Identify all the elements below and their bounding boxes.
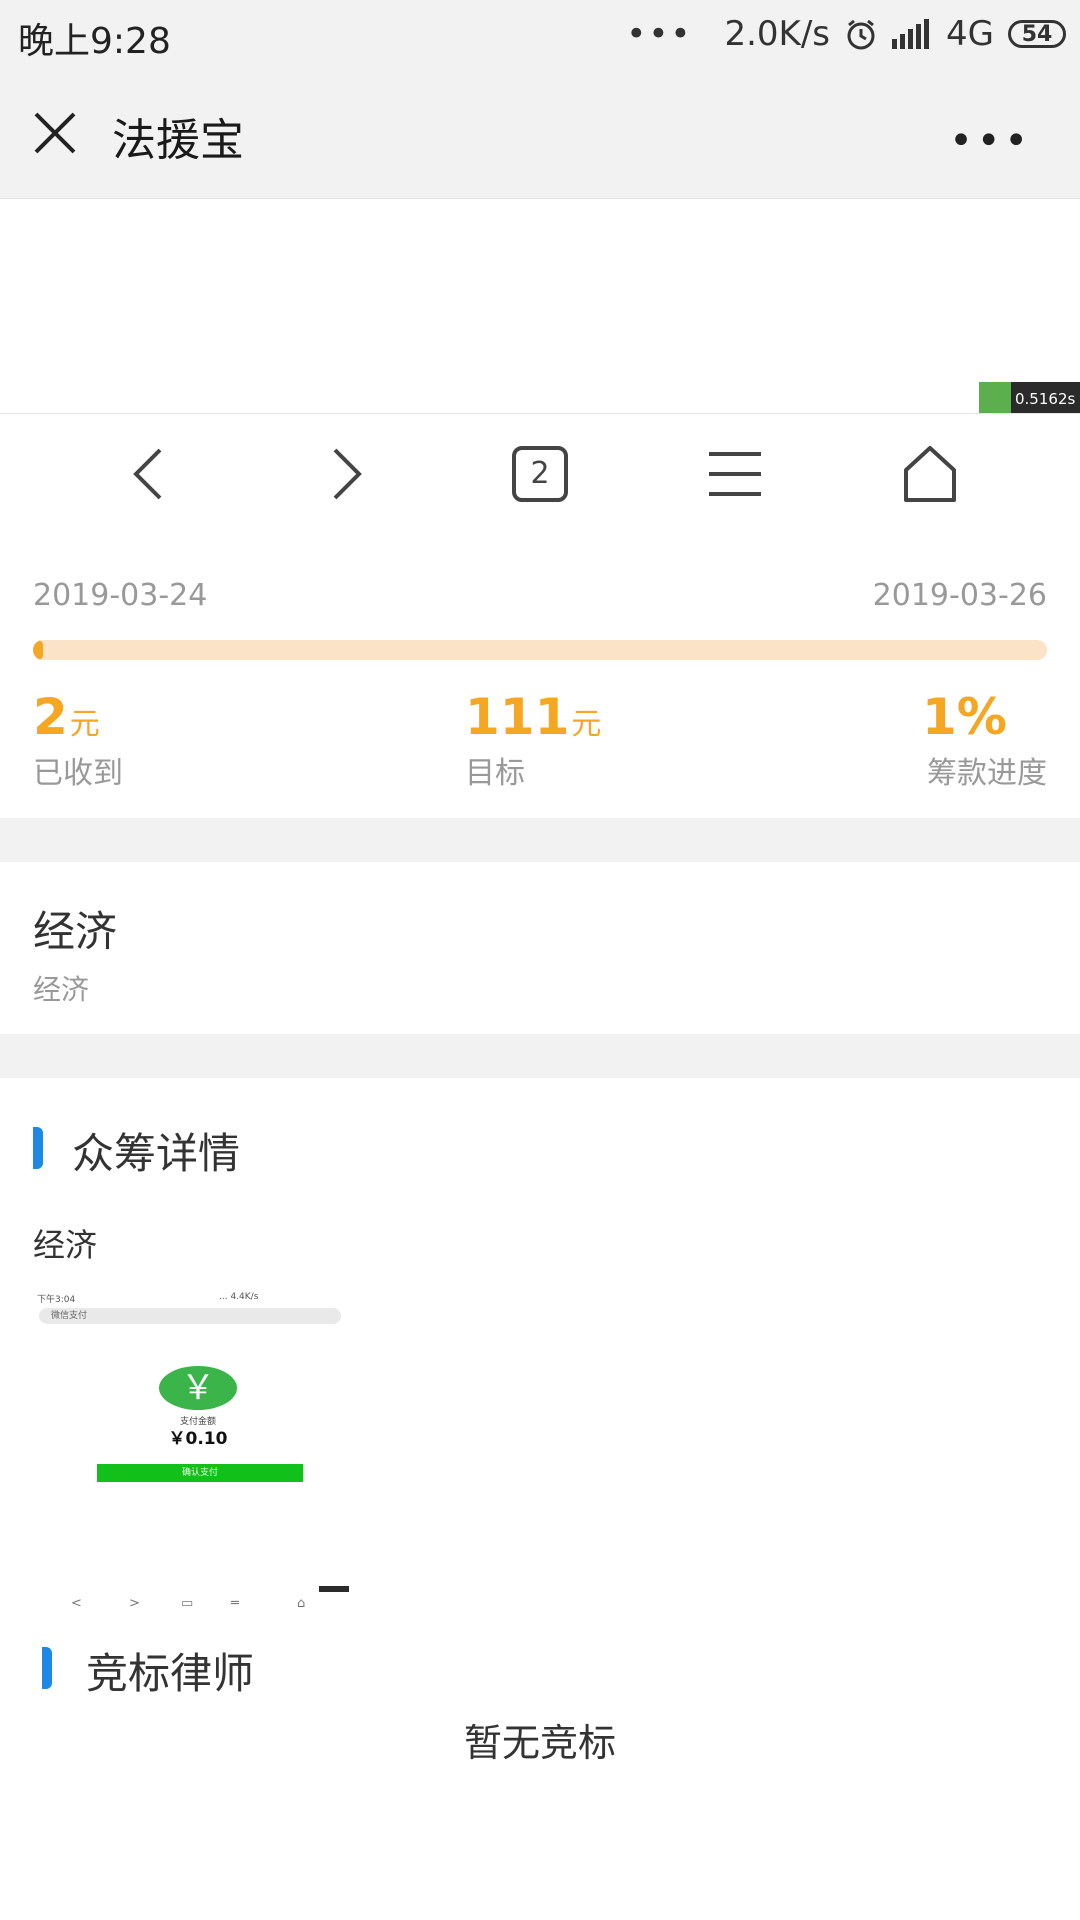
section-divider	[0, 1034, 1080, 1078]
battery-level: 54	[1021, 21, 1053, 47]
category-title: 经济	[33, 907, 118, 956]
section-marker	[42, 1647, 52, 1689]
category-subtitle: 经济	[33, 973, 90, 1006]
notification-dots: •••	[626, 14, 693, 54]
details-heading: 众筹详情	[72, 1129, 241, 1178]
status-time: 晚上9:28	[18, 21, 171, 62]
thumb-status-time: 下午3:04	[37, 1295, 76, 1305]
empty-bids-text: 暂无竞标	[463, 1721, 616, 1765]
start-date: 2019-03-24	[33, 578, 208, 613]
thumb-home-icon: ⌂	[297, 1596, 306, 1610]
thumb-speed-badge	[319, 1586, 349, 1592]
progress-value: 1%	[922, 688, 1007, 746]
speed-badge: 0.5162s	[979, 382, 1080, 415]
thumb-tabs-icon: ▭	[181, 1596, 194, 1610]
app-header: 法援宝 •••	[0, 68, 1080, 199]
more-button[interactable]: •••	[949, 118, 1032, 164]
section-divider	[0, 818, 1080, 862]
end-date: 2019-03-26	[872, 578, 1047, 613]
progress-fill	[33, 640, 44, 660]
signal-icon	[892, 19, 930, 49]
received-value: 2	[33, 688, 68, 746]
tab-count: 2	[530, 456, 550, 491]
back-icon[interactable]	[120, 444, 180, 504]
section-marker	[33, 1127, 43, 1169]
network-speed: 2.0K/s	[724, 14, 831, 54]
alarm-icon	[847, 19, 875, 50]
leaf-icon	[979, 382, 1011, 415]
close-icon[interactable]	[30, 108, 80, 158]
progress-bar	[33, 640, 1047, 660]
bidding-heading: 竞标律师	[86, 1649, 255, 1698]
menu-icon[interactable]	[705, 444, 765, 504]
battery-icon: 54	[1008, 20, 1066, 48]
status-bar: 晚上9:28 ••• 2.0K/s 4G 54	[0, 0, 1080, 68]
home-icon[interactable]	[900, 444, 960, 504]
tabs-icon[interactable]: 2	[510, 444, 570, 504]
thumb-forward-icon: >	[129, 1596, 140, 1610]
details-text: 经济	[33, 1226, 98, 1264]
network-type: 4G	[946, 14, 994, 54]
thumb-menu-icon: ═	[231, 1596, 239, 1610]
target-unit: 元	[571, 707, 602, 742]
thumb-pay-button: 确认支付	[97, 1464, 303, 1482]
embedded-nav-bar: 2	[0, 413, 1080, 542]
target-amount: 111元	[465, 688, 601, 746]
thumb-title: 微信支付	[51, 1311, 88, 1321]
thumb-back-icon: <	[71, 1596, 82, 1610]
forward-icon[interactable]	[315, 444, 375, 504]
yuan-icon: ￥	[159, 1366, 237, 1410]
thumb-title-bar: 微信支付	[39, 1308, 341, 1324]
speed-badge-text: 0.5162s	[1015, 389, 1076, 408]
status-indicators: ••• 2.0K/s 4G 54	[626, 10, 1066, 58]
page-title: 法援宝	[112, 115, 244, 166]
received-unit: 元	[69, 707, 100, 742]
target-label: 目标	[465, 756, 525, 791]
received-amount: 2元	[33, 688, 100, 746]
progress-label: 筹款进度	[927, 756, 1047, 791]
details-image[interactable]: 下午3:04 ... 4.4K/s 微信支付 ￥ 支付金额 ￥0.10 确认支付…	[33, 1290, 353, 1610]
target-value: 111	[465, 688, 570, 746]
received-label: 已收到	[33, 756, 123, 791]
thumb-amount: ￥0.10	[168, 1429, 228, 1449]
thumb-status-speed: ... 4.4K/s	[219, 1292, 259, 1302]
